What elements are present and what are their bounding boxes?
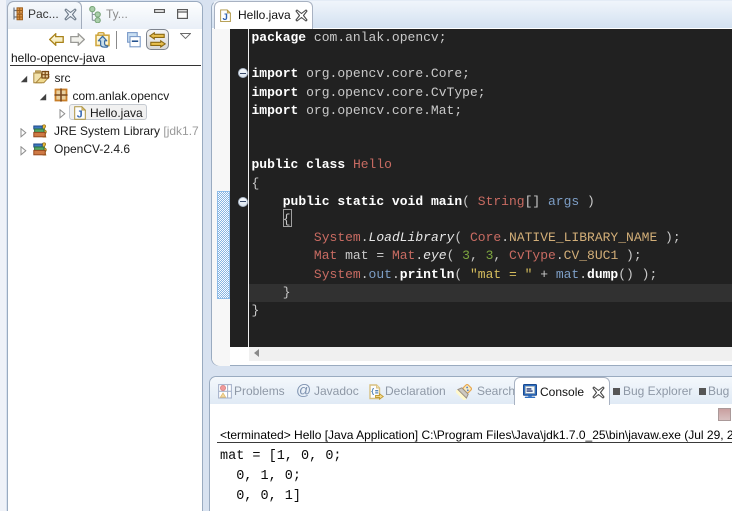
svg-text:J: J [77, 109, 83, 121]
svg-text:J: J [223, 11, 228, 22]
